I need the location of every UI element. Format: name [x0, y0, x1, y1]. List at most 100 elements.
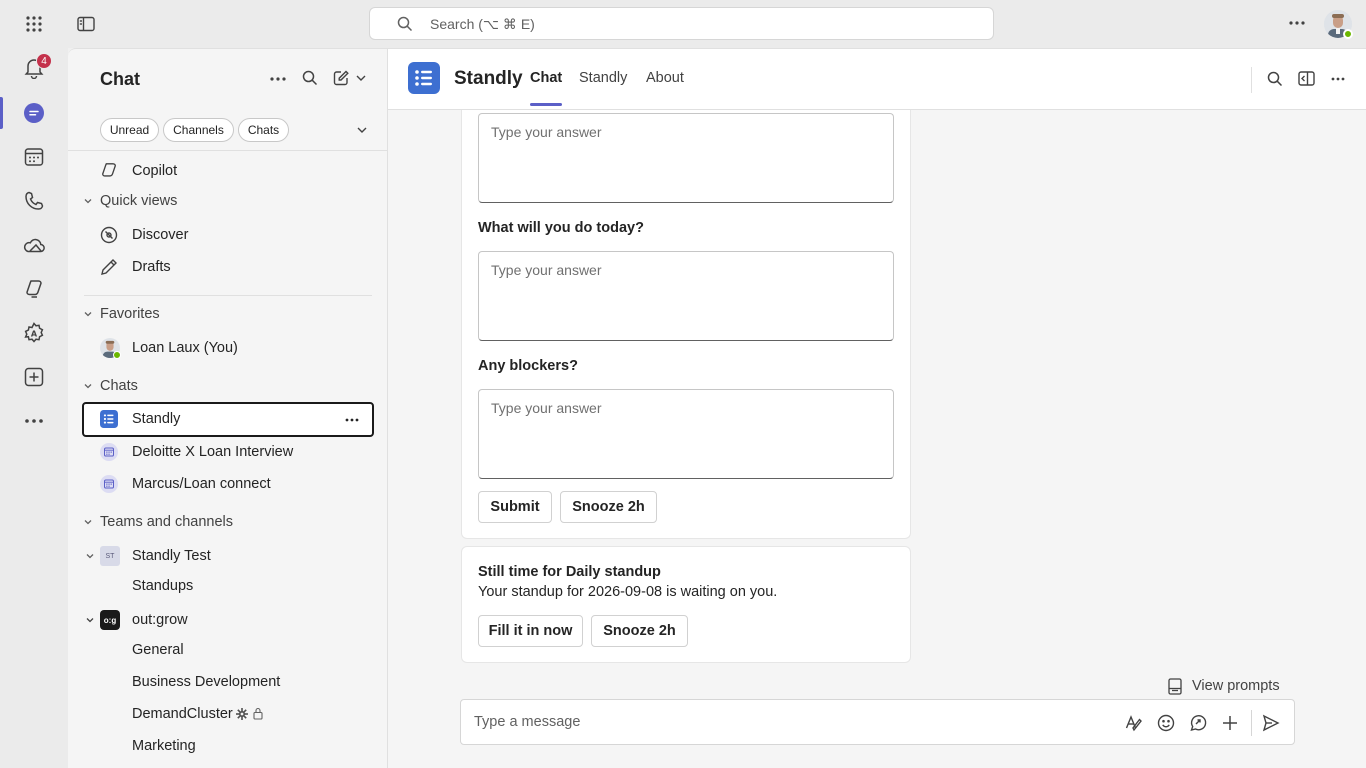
team-label: Standly Test [132, 548, 211, 564]
avatar[interactable] [1324, 10, 1353, 39]
answer-field-2[interactable]: Type your answer [478, 251, 894, 341]
answer-field-3[interactable]: Type your answer [478, 389, 894, 479]
drafts-pencil-icon [100, 258, 118, 276]
standly-app-icon [100, 410, 118, 428]
channel-item-marketing[interactable]: Marketing [82, 730, 374, 762]
team-avatar: o:g [100, 610, 120, 630]
format-icon[interactable] [1123, 712, 1145, 734]
send-icon[interactable] [1260, 712, 1282, 734]
add-icon[interactable] [1219, 712, 1241, 734]
filter-chats[interactable]: Chats [238, 118, 289, 142]
search-placeholder: Search (⌥ ⌘ E) [430, 16, 535, 32]
favorite-item-loan-laux[interactable]: Loan Laux (You) [82, 332, 374, 364]
app-title: Standly [454, 68, 523, 89]
search-chats-icon[interactable] [302, 70, 318, 86]
apps-icon[interactable]: A [14, 313, 54, 353]
meeting-calendar-icon [100, 443, 118, 461]
top-bar: Search (⌥ ⌘ E) [0, 0, 1366, 48]
pop-out-icon[interactable] [1298, 71, 1315, 86]
quick-views-label: Quick views [100, 193, 178, 209]
compose-input[interactable]: Type a message [474, 714, 580, 730]
team-item-outgrow[interactable]: o:g out:grow [82, 604, 374, 636]
sidebar-toggle-icon[interactable] [74, 12, 98, 36]
search-icon [397, 16, 413, 32]
divider [84, 295, 372, 296]
chat-item-meeting[interactable]: Marcus/Loan connect [82, 468, 374, 500]
chevron-down-icon [84, 199, 92, 204]
favorites-header[interactable]: Favorites [82, 306, 160, 322]
team-item-standly-test[interactable]: ST Standly Test [82, 540, 374, 572]
app-launcher-icon[interactable] [22, 12, 46, 36]
sidebar-item-discover[interactable]: Discover [82, 219, 374, 251]
reminder-title: Still time for Daily standup [478, 564, 661, 580]
channel-item-standups[interactable]: Standups [82, 570, 374, 602]
channel-label: Business Development [132, 674, 281, 690]
teams-label: Teams and channels [100, 514, 233, 530]
channel-item-business-development[interactable]: Business Development [82, 666, 374, 698]
chat-icon[interactable] [14, 93, 54, 133]
copilot-item[interactable]: Copilot [82, 155, 374, 187]
divider [1251, 67, 1252, 93]
loop-icon[interactable] [1187, 712, 1209, 734]
team-avatar: ST [100, 546, 120, 566]
rail-active-indicator [0, 97, 3, 129]
presence-available-icon [113, 351, 121, 359]
more-apps-icon[interactable] [14, 401, 54, 441]
view-prompts-button[interactable]: View prompts [1168, 675, 1280, 697]
calendar-icon[interactable] [14, 137, 54, 177]
search-icon[interactable] [1267, 71, 1283, 87]
chat-item-standly[interactable]: Standly [82, 402, 374, 437]
chevron-down-icon [86, 554, 94, 559]
chats-header[interactable]: Chats [82, 378, 138, 394]
active-tab-indicator [530, 103, 562, 106]
teams-header[interactable]: Teams and channels [82, 514, 233, 530]
tab-about[interactable]: About [646, 70, 684, 86]
chevron-down-icon [84, 520, 92, 525]
channel-label: General [132, 642, 184, 658]
answer-placeholder: Type your answer [491, 262, 602, 278]
filter-channels[interactable]: Channels [163, 118, 234, 142]
emoji-icon[interactable] [1155, 712, 1177, 734]
more-icon[interactable] [1331, 77, 1345, 81]
channel-item-demandcluster[interactable]: DemandCluster [82, 698, 374, 730]
filter-unread[interactable]: Unread [100, 118, 159, 142]
sidebar-item-drafts[interactable]: Drafts [82, 251, 374, 283]
more-icon[interactable] [1286, 12, 1308, 34]
more-options-icon[interactable] [270, 77, 286, 81]
calls-icon[interactable] [14, 181, 54, 221]
notification-badge: 4 [36, 53, 52, 69]
chat-label: Marcus/Loan connect [132, 476, 271, 492]
fill-it-in-button[interactable]: Fill it in now [478, 615, 583, 647]
chat-item-meeting[interactable]: Deloitte X Loan Interview [82, 436, 374, 468]
chevron-down-icon [86, 618, 94, 623]
answer-field-1[interactable]: Type your answer [478, 113, 894, 203]
chevron-down-icon [84, 312, 92, 317]
more-options-icon[interactable] [345, 418, 359, 422]
copilot-icon[interactable] [14, 269, 54, 309]
channel-label: Standups [132, 578, 194, 594]
tab-chat[interactable]: Chat [530, 70, 562, 86]
question-blockers: Any blockers? [478, 358, 578, 374]
favorite-label: Loan Laux (You) [132, 340, 238, 356]
submit-button[interactable]: Submit [478, 491, 552, 523]
snooze-button[interactable]: Snooze 2h [591, 615, 688, 647]
add-app-icon[interactable] [14, 357, 54, 397]
channel-item-general[interactable]: General [82, 634, 374, 666]
divider [1251, 710, 1252, 736]
search-input[interactable]: Search (⌥ ⌘ E) [369, 7, 994, 40]
snooze-button[interactable]: Snooze 2h [560, 491, 657, 523]
discover-icon [100, 226, 118, 244]
onedrive-icon[interactable] [14, 225, 54, 265]
gear-icon [236, 708, 248, 720]
chevron-down-icon[interactable] [356, 74, 366, 82]
filters-chevron-down-icon[interactable] [357, 126, 367, 134]
new-chat-icon[interactable] [333, 70, 349, 86]
chat-list-panel: Chat Unread Channels Chats Copilot Quick… [68, 48, 388, 768]
compose-box[interactable]: Type a message [460, 699, 1295, 745]
main-pane: Standly Chat Standly About Type your ans… [388, 48, 1366, 768]
question-today: What will you do today? [478, 220, 644, 236]
chats-label: Chats [100, 378, 138, 394]
meeting-calendar-icon [100, 475, 118, 493]
quick-views-header[interactable]: Quick views [82, 193, 177, 209]
tab-standly[interactable]: Standly [579, 70, 627, 86]
